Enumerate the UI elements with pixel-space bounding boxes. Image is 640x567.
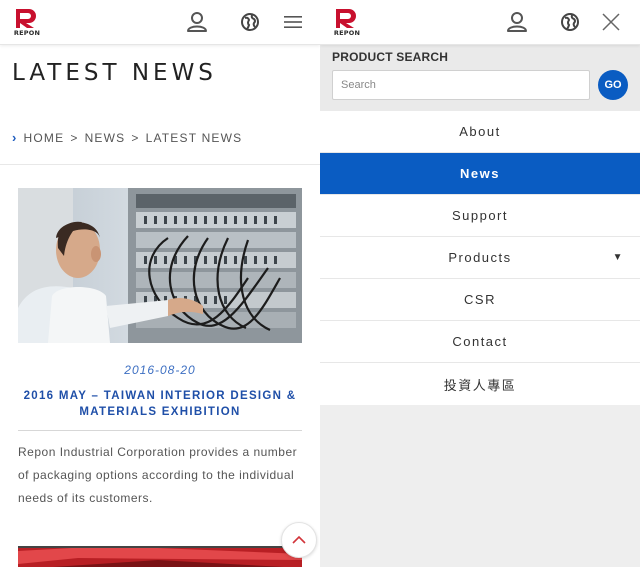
next-article-photo: [18, 546, 302, 567]
menu-item-contact[interactable]: Contact: [320, 321, 640, 363]
close-icon[interactable]: [600, 11, 622, 33]
server-room-photo: [18, 188, 302, 343]
menu-item-label: Products: [448, 250, 512, 265]
menu-item-about[interactable]: About: [320, 111, 640, 153]
caret-down-icon[interactable]: ▼: [613, 252, 624, 263]
news-date: 2016-08-20: [124, 363, 196, 377]
screenshot: REPON LATEST NEWS › HOME > NEWS > LATEST…: [0, 0, 640, 567]
divider: [18, 430, 302, 431]
menu-item-label: Support: [451, 208, 509, 223]
breadcrumb-home-link[interactable]: HOME: [24, 131, 65, 145]
menu-item-label: News: [460, 166, 500, 181]
page-title: LATEST NEWS: [12, 60, 217, 86]
user-icon[interactable]: [186, 11, 208, 33]
menu-item-support[interactable]: Support: [320, 195, 640, 237]
product-search-label: PRODUCT SEARCH: [332, 50, 449, 64]
chevron-up-icon: [292, 535, 306, 544]
breadcrumb: › HOME > NEWS > LATEST NEWS: [12, 130, 242, 145]
breadcrumb-current: LATEST NEWS: [145, 130, 243, 145]
logo-text: REPON: [333, 29, 361, 37]
hamburger-menu-icon[interactable]: [282, 11, 304, 33]
menu-item-investors[interactable]: 投資人專區: [320, 363, 640, 405]
news-description: Repon Industrial Corporation provides a …: [18, 445, 298, 505]
menu-item-label: 投資人專區: [443, 377, 517, 393]
breadcrumb-separator: >: [70, 130, 79, 145]
site-header: REPON: [0, 0, 320, 45]
next-article-image[interactable]: [18, 546, 302, 567]
news-article-image[interactable]: [18, 188, 302, 343]
menu-item-csr[interactable]: CSR: [320, 279, 640, 321]
breadcrumb-separator: >: [131, 130, 140, 145]
news-title-link[interactable]: 2016 MAY – TAIWAN INTERIOR DESIGN & MATE…: [18, 388, 302, 420]
product-search-input[interactable]: [332, 70, 590, 100]
logo-text: REPON: [13, 29, 41, 37]
globe-icon[interactable]: [239, 11, 261, 33]
breadcrumb-news-link[interactable]: NEWS: [85, 131, 126, 145]
menu-item-label: Contact: [452, 334, 508, 349]
menu-item-label: CSR: [464, 292, 496, 307]
globe-icon[interactable]: [559, 11, 581, 33]
main-nav-menu: About News Support Products ▼ CSR Contac…: [320, 111, 640, 405]
repon-logo-mark: [336, 9, 356, 28]
divider: [0, 164, 320, 165]
repon-logo[interactable]: REPON: [11, 7, 43, 39]
breadcrumb-chevron-icon: ›: [12, 130, 18, 145]
menu-header: REPON: [320, 0, 640, 45]
search-go-button[interactable]: GO: [598, 70, 628, 100]
mobile-menu-pane: REPON PRODUCT SEARCH GO About News: [320, 0, 640, 567]
menu-item-products[interactable]: Products ▼: [320, 237, 640, 279]
back-to-top-button[interactable]: [281, 522, 317, 558]
news-page-pane: REPON LATEST NEWS › HOME > NEWS > LATEST…: [0, 0, 320, 567]
menu-item-news[interactable]: News: [320, 153, 640, 195]
repon-logo-mark: [16, 9, 36, 28]
menu-item-label: About: [459, 124, 501, 139]
user-icon[interactable]: [506, 11, 528, 33]
repon-logo[interactable]: REPON: [331, 7, 363, 39]
